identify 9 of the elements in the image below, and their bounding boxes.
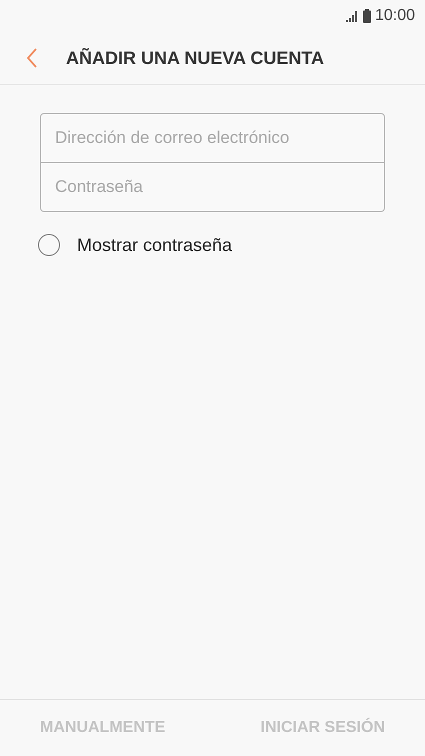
radio-button[interactable] — [38, 234, 60, 256]
battery-icon — [362, 9, 371, 23]
radio-label[interactable]: Mostrar contraseña — [77, 234, 232, 256]
page-title: AÑADIR UNA NUEVA CUENTA — [66, 48, 324, 68]
text-input[interactable]: Contraseña — [41, 163, 384, 211]
signal-icon — [346, 10, 359, 22]
status-time: 10:00 — [374, 7, 415, 25]
back-icon[interactable] — [26, 48, 38, 68]
text-input[interactable]: Dirección de correo electrónico — [41, 114, 384, 162]
